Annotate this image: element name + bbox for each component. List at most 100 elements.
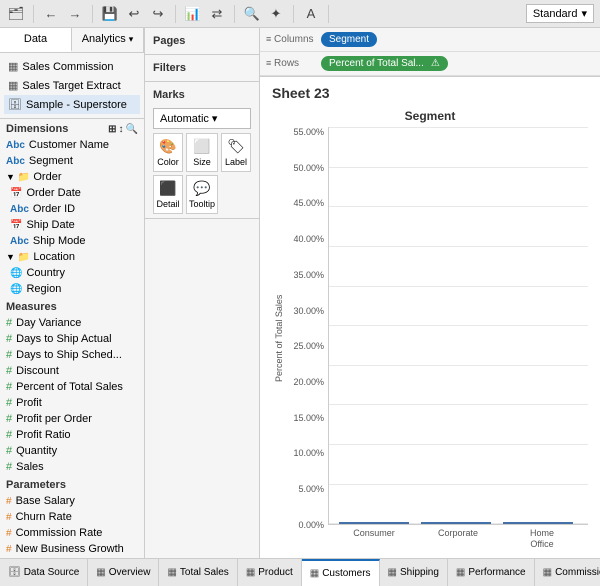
- bar-corporate: [421, 522, 491, 524]
- product-icon: ▦: [246, 567, 255, 578]
- view-dropdown[interactable]: Standard ▾: [526, 4, 594, 23]
- folder-order[interactable]: ▼ 📁 Order: [0, 169, 144, 185]
- tab-overview[interactable]: ▦ Overview: [88, 559, 159, 586]
- data-source-icon: 🗄: [8, 567, 21, 578]
- bar-consumer: [339, 522, 409, 524]
- marks-buttons: 🎨 Color ⬜ Size 🏷 Label ⬛ Detail 💬 T: [153, 133, 251, 214]
- field-ship-date[interactable]: 📅 Ship Date: [0, 217, 144, 233]
- dimensions-section-label: Dimensions ⊞ ↕ 🔍: [0, 119, 144, 137]
- field-segment[interactable]: Abc Segment: [0, 153, 144, 169]
- grid-line-4: [329, 246, 588, 247]
- back-button[interactable]: ←: [41, 4, 61, 24]
- bars-area: [328, 127, 588, 525]
- total-sales-icon: ▦: [167, 567, 176, 578]
- tab-total-sales[interactable]: ▦ Total Sales: [159, 559, 237, 586]
- field-day-variance[interactable]: # Day Variance: [0, 315, 144, 331]
- bar-home-office-rect[interactable]: [503, 522, 573, 524]
- rows-pill[interactable]: Percent of Total Sal... ⚠: [321, 56, 448, 71]
- field-customer-name[interactable]: Abc Customer Name: [0, 137, 144, 153]
- pages-title: Pages: [153, 32, 251, 50]
- detail-icon: ⬛: [159, 180, 176, 197]
- columns-pill[interactable]: Segment: [321, 32, 377, 47]
- param-commission-rate[interactable]: # Commission Rate: [0, 525, 144, 541]
- field-region[interactable]: 🌐 Region: [0, 281, 144, 297]
- grid-line-6: [329, 325, 588, 326]
- geo-icon-2: 🌐: [10, 284, 22, 295]
- detail-button[interactable]: ⬛ Detail: [153, 175, 183, 214]
- marks-type-dropdown[interactable]: Automatic ▾: [153, 108, 251, 129]
- datasource-sales-commission[interactable]: ▦ Sales Commission: [4, 57, 140, 76]
- filters-title: Filters: [153, 59, 251, 77]
- chart-icon[interactable]: 📊: [183, 4, 203, 24]
- save-icon[interactable]: 💾: [100, 4, 120, 24]
- hash-icon-7: #: [6, 413, 12, 425]
- commission-icon: ▦: [543, 567, 552, 578]
- bar-consumer-rect[interactable]: [339, 522, 409, 524]
- datasource-superstore[interactable]: 🗄 Sample - Superstore: [4, 95, 140, 114]
- grid-view-icon[interactable]: ⊞: [108, 124, 116, 135]
- param-churn-rate[interactable]: # Churn Rate: [0, 509, 144, 525]
- left-panel-scroll[interactable]: ▦ Sales Commission ▦ Sales Target Extrac…: [0, 53, 144, 558]
- file-icon[interactable]: 🗂: [6, 4, 26, 24]
- abc-icon: Abc: [6, 140, 25, 151]
- tab-shipping[interactable]: ▦ Shipping: [380, 559, 448, 586]
- field-quantity[interactable]: # Quantity: [0, 443, 144, 459]
- tab-customers[interactable]: ▦ Customers: [302, 559, 380, 586]
- filter-icon[interactable]: 🔍: [242, 4, 262, 24]
- field-profit-per-order[interactable]: # Profit per Order: [0, 411, 144, 427]
- param-new-quota[interactable]: # New Quota: [0, 557, 144, 558]
- separator-1: [33, 5, 34, 23]
- undo-icon[interactable]: ↩: [124, 4, 144, 24]
- format-icon[interactable]: A: [301, 4, 321, 24]
- folder-location[interactable]: ▼ 📁 Location: [0, 249, 144, 265]
- field-ship-mode[interactable]: Abc Ship Mode: [0, 233, 144, 249]
- tab-analytics[interactable]: Analytics ▾: [72, 28, 144, 52]
- tab-commission-model[interactable]: ▦ Commission Model: [535, 559, 600, 586]
- datasource-sales-target[interactable]: ▦ Sales Target Extract: [4, 76, 140, 95]
- redo-icon[interactable]: ↪: [148, 4, 168, 24]
- x-label-corporate: Corporate: [422, 528, 494, 550]
- param-hash-3: #: [6, 528, 12, 539]
- rows-icon: ≡: [266, 58, 271, 68]
- search-icon[interactable]: 🔍: [126, 124, 138, 135]
- tab-performance[interactable]: ▦ Performance: [448, 559, 535, 586]
- tab-data-source[interactable]: 🗄 Data Source: [0, 559, 88, 586]
- field-profit[interactable]: # Profit: [0, 395, 144, 411]
- sort-icon[interactable]: ↕: [119, 124, 124, 135]
- highlight-icon[interactable]: ✦: [266, 4, 286, 24]
- field-discount[interactable]: # Discount: [0, 363, 144, 379]
- field-profit-ratio[interactable]: # Profit Ratio: [0, 427, 144, 443]
- collapse-icon: ▼: [6, 172, 15, 182]
- param-base-salary[interactable]: # Base Salary: [0, 493, 144, 509]
- field-pct-total-sales[interactable]: # Percent of Total Sales: [0, 379, 144, 395]
- param-new-business[interactable]: # New Business Growth: [0, 541, 144, 557]
- label-button[interactable]: 🏷 Label: [221, 133, 251, 172]
- grid-line-7: [329, 365, 588, 366]
- abc-icon-2: Abc: [6, 156, 25, 167]
- field-days-ship-actual[interactable]: # Days to Ship Actual: [0, 331, 144, 347]
- size-icon: ⬜: [193, 138, 210, 155]
- swap-icon[interactable]: ⇄: [207, 4, 227, 24]
- color-button[interactable]: 🎨 Color: [153, 133, 183, 172]
- hash-icon-4: #: [6, 365, 12, 377]
- bar-corporate-rect[interactable]: [421, 522, 491, 524]
- forward-button[interactable]: →: [65, 4, 85, 24]
- tooltip-button[interactable]: 💬 Tooltip: [186, 175, 218, 214]
- shelf-area: ≡ Columns Segment ≡ Rows Percent of Tota…: [260, 28, 600, 77]
- hash-icon-2: #: [6, 333, 12, 345]
- field-order-id[interactable]: Abc Order ID: [0, 201, 144, 217]
- field-order-date[interactable]: 📅 Order Date: [0, 185, 144, 201]
- measures-section-label: Measures: [0, 297, 144, 315]
- field-days-ship-sched[interactable]: # Days to Ship Sched...: [0, 347, 144, 363]
- y-axis: 55.00% 50.00% 45.00% 40.00% 35.00% 30.00…: [286, 127, 328, 550]
- field-country[interactable]: 🌐 Country: [0, 265, 144, 281]
- size-button[interactable]: ⬜ Size: [186, 133, 218, 172]
- tab-data[interactable]: Data: [0, 28, 72, 52]
- collapse-icon-2: ▼: [6, 252, 15, 262]
- field-sales[interactable]: # Sales: [0, 459, 144, 475]
- db-icon: 🗄: [8, 98, 22, 111]
- tab-product[interactable]: ▦ Product: [238, 559, 302, 586]
- hash-icon-9: #: [6, 445, 12, 457]
- folder-icon-2: 📁: [18, 252, 30, 263]
- grid-line-3: [329, 206, 588, 207]
